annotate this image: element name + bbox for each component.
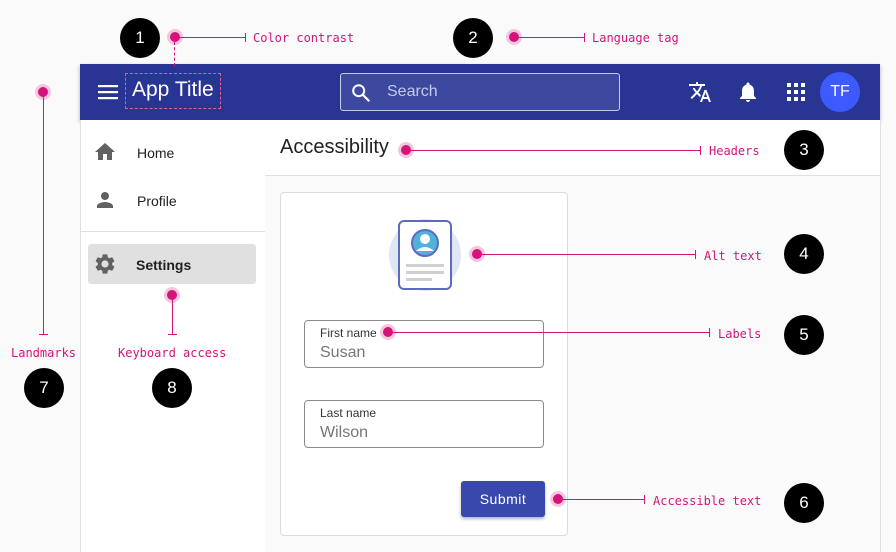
annotation-leader (178, 37, 246, 38)
search-input[interactable] (387, 74, 607, 110)
sidebar-item-label: Settings (136, 257, 192, 273)
avatar[interactable]: TF (820, 72, 860, 112)
sidebar-item-profile[interactable]: Profile (81, 180, 265, 220)
first-name-label: First name (320, 326, 377, 340)
annotation-leader-end (700, 146, 701, 155)
first-name-field[interactable]: First name Susan (304, 320, 544, 368)
last-name-label: Last name (320, 406, 377, 420)
profile-card-illustration (389, 219, 461, 291)
search-icon (352, 84, 371, 103)
annotation-leader (43, 95, 44, 335)
annotation-badge-6: 6 (784, 483, 824, 523)
annotation-label-8: Keyboard access (118, 346, 227, 360)
bell-icon[interactable] (736, 80, 760, 104)
last-name-value[interactable]: Wilson (320, 424, 368, 442)
first-name-value[interactable]: Susan (320, 344, 365, 362)
annotation-leader-end (695, 250, 696, 259)
person-icon (97, 192, 113, 208)
form-card: First name Susan Last name Wilson Submit (280, 192, 568, 536)
annotation-connector (174, 42, 175, 66)
sidebar-item-settings[interactable]: Settings (88, 244, 256, 284)
last-name-field[interactable]: Last name Wilson (304, 400, 544, 448)
sidebar-divider (81, 231, 265, 232)
avatar-initials: TF (830, 83, 850, 100)
annotation-leader (517, 37, 585, 38)
sidebar-item-label: Home (137, 145, 175, 161)
annotation-badge-3: 3 (784, 130, 824, 170)
apps-grid-icon[interactable] (785, 81, 807, 103)
annotation-leader (480, 254, 696, 255)
annotation-label-4: Alt text (704, 249, 762, 263)
app-bar: App Title TF (80, 64, 880, 120)
page-heading: Accessibility (280, 136, 389, 158)
annotation-badge-5: 5 (784, 315, 824, 355)
annotation-leader (172, 298, 173, 334)
sidebar-item-label: Profile (137, 193, 177, 209)
annotation-leader (391, 332, 710, 333)
annotation-badge-4: 4 (784, 234, 824, 274)
app-title: App Title (132, 78, 214, 101)
annotation-label-1: Color contrast (253, 31, 355, 45)
annotation-badge-2: 2 (453, 18, 493, 58)
annotation-badge-1: 1 (120, 18, 160, 58)
annotation-label-3: Headers (709, 144, 760, 158)
annotation-badge-7: 7 (24, 368, 64, 408)
menu-icon[interactable] (97, 82, 119, 102)
annotation-badge-8: 8 (152, 368, 192, 408)
annotation-leader-end (168, 334, 177, 335)
sidebar-item-home[interactable]: Home (81, 132, 265, 172)
annotation-label-2: Language tag (592, 31, 679, 45)
annotation-leader (561, 499, 645, 500)
home-icon (95, 143, 115, 160)
translate-icon[interactable] (688, 80, 712, 104)
submit-button[interactable]: Submit (461, 481, 545, 517)
sidebar: Home Profile Settings (80, 120, 266, 552)
annotation-leader-end (644, 495, 645, 504)
annotation-leader-end (584, 33, 585, 42)
annotation-leader-end (709, 328, 710, 337)
gear-icon (95, 254, 115, 274)
annotation-label-6: Accessible text (653, 494, 762, 508)
annotation-leader (409, 150, 701, 151)
search-box[interactable] (340, 73, 620, 111)
annotation-leader-end (39, 334, 48, 335)
annotation-label-5: Labels (718, 327, 762, 341)
annotation-label-7: Landmarks (11, 346, 77, 360)
annotation-leader-end (245, 33, 246, 42)
